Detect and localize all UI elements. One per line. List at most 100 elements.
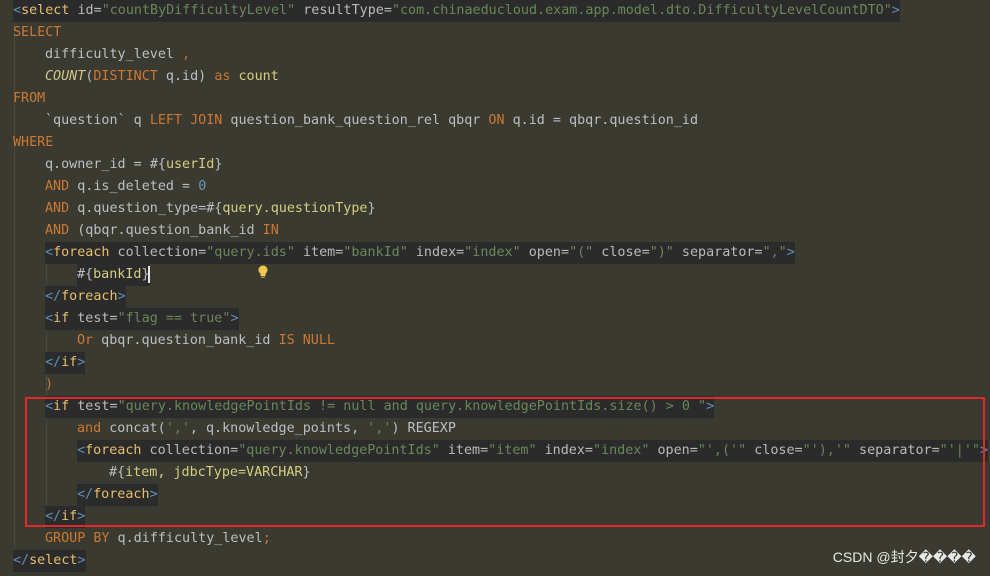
code-token: index=: [407, 245, 465, 260]
code-token: q.difficulty_level: [109, 531, 263, 546]
code-line[interactable]: Or qbqr.question_bank_id IS NULL: [0, 330, 990, 352]
code-token: >: [230, 311, 239, 326]
code-token: count: [230, 69, 279, 84]
code-token: "query.ids": [206, 245, 295, 260]
code-token: bankId: [93, 267, 142, 282]
code-line[interactable]: difficulty_level ,: [0, 44, 990, 66]
code-token: separator=: [673, 245, 763, 260]
code-token: q.question_type=: [69, 201, 207, 216]
code-token: GROUP BY: [45, 531, 110, 546]
code-line-content: q.owner_id = #{userId}: [45, 154, 222, 176]
code-line-content: <foreach collection="query.ids" item="ba…: [45, 242, 795, 264]
code-token: q.is_deleted =: [69, 179, 199, 194]
watermark: CSDN @封夕����: [832, 549, 976, 565]
code-line-content: `question` q LEFT JOIN question_bank_que…: [45, 110, 698, 132]
code-token: IN: [262, 223, 279, 238]
code-line[interactable]: AND q.question_type=#{query.questionType…: [0, 198, 990, 220]
code-editor[interactable]: <select id="countByDifficultyLevel" resu…: [0, 0, 990, 576]
code-token: collection=: [109, 245, 207, 260]
code-token: item=: [294, 245, 344, 260]
code-token: </: [45, 289, 62, 304]
code-line-content: AND q.question_type=#{query.questionType…: [45, 198, 376, 220]
annotation-highlight-box: [25, 397, 985, 527]
code-token: #{: [77, 267, 94, 282]
code-token: "countByDifficultyLevel": [101, 3, 296, 18]
code-line[interactable]: <if test="flag == true">: [0, 308, 990, 330]
code-token: `question` q: [45, 113, 150, 128]
code-token: test=: [69, 311, 118, 326]
code-token: resultType=: [295, 3, 392, 18]
code-token: >: [77, 553, 86, 568]
code-token: ")": [649, 245, 674, 260]
code-token: query.questionType: [222, 201, 368, 216]
code-line[interactable]: </if>: [0, 352, 990, 374]
code-token: ",": [762, 245, 787, 260]
code-token: AND: [45, 179, 70, 194]
code-token: >: [786, 245, 795, 260]
code-line[interactable]: </foreach>: [0, 286, 990, 308]
code-token: userId: [165, 157, 215, 172]
code-token: select: [29, 553, 78, 568]
code-token: if: [53, 311, 70, 326]
code-line[interactable]: SELECT: [0, 22, 990, 44]
code-token: COUNT: [45, 69, 86, 84]
code-token: difficulty_level: [45, 47, 174, 62]
code-token: #{: [206, 201, 223, 216]
code-token: "index": [464, 245, 521, 260]
code-line-content: AND q.is_deleted = 0: [45, 176, 206, 198]
code-token: #{: [149, 157, 166, 172]
code-token: ON: [488, 113, 505, 128]
code-token: IS NULL: [278, 333, 335, 348]
code-token: "bankId": [343, 245, 408, 260]
code-token: q.owner_id =: [45, 157, 150, 172]
code-line[interactable]: WHERE: [0, 132, 990, 154]
code-line[interactable]: AND q.is_deleted = 0: [0, 176, 990, 198]
code-token: qbqr.question_bank_id: [93, 333, 279, 348]
code-token: "flag == true": [117, 311, 231, 326]
code-token: question_bank_question_rel qbqr: [222, 113, 489, 128]
code-token: open=: [520, 245, 570, 260]
code-line[interactable]: FROM: [0, 88, 990, 110]
code-line-content: </if>: [45, 352, 86, 374]
code-line-content: #{bankId}: [77, 264, 150, 286]
code-token: if: [61, 355, 78, 370]
code-line-content: COUNT(DISTINCT q.id) as count: [45, 66, 279, 88]
code-line-content: AND (qbqr.question_bank_id IN: [45, 220, 279, 242]
code-line-content: difficulty_level ,: [45, 44, 190, 66]
code-line-content: </select>: [13, 550, 86, 572]
code-line-content: WHERE: [13, 132, 53, 154]
code-line[interactable]: <foreach collection="query.ids" item="ba…: [0, 242, 990, 264]
code-token: <: [45, 311, 54, 326]
code-token: >: [117, 289, 126, 304]
code-token: <: [45, 245, 54, 260]
code-token: LEFT JOIN: [149, 113, 223, 128]
code-line[interactable]: AND (qbqr.question_bank_id IN: [0, 220, 990, 242]
code-line-content: GROUP BY q.difficulty_level;: [45, 528, 271, 550]
code-token: as: [214, 69, 231, 84]
code-token: "(": [569, 245, 594, 260]
code-line[interactable]: COUNT(DISTINCT q.id) as count: [0, 66, 990, 88]
code-line-content: ): [45, 374, 53, 396]
code-token: >: [891, 3, 900, 18]
code-token: (qbqr.question_bank_id: [69, 223, 263, 238]
code-token: ;: [262, 531, 271, 546]
code-token: foreach: [53, 245, 110, 260]
code-line[interactable]: `question` q LEFT JOIN question_bank_que…: [0, 110, 990, 132]
code-token: 0: [198, 179, 207, 194]
code-token: q.id = qbqr.question_id: [504, 113, 699, 128]
code-line-content: <select id="countByDifficultyLevel" resu…: [13, 0, 900, 22]
code-token: <: [13, 3, 22, 18]
code-token: Or: [77, 333, 94, 348]
code-line[interactable]: ): [0, 374, 990, 396]
code-line[interactable]: q.owner_id = #{userId}: [0, 154, 990, 176]
code-token: "com.chinaeducloud.exam.app.model.dto.Di…: [391, 3, 892, 18]
code-line-content: <if test="flag == true">: [45, 308, 239, 330]
code-token: AND: [45, 223, 70, 238]
code-line-content: FROM: [13, 88, 45, 110]
code-line[interactable]: <select id="countByDifficultyLevel" resu…: [0, 0, 990, 22]
code-token: }: [214, 157, 223, 172]
code-token: DISTINCT: [93, 69, 158, 84]
code-token: close=: [593, 245, 650, 260]
lightbulb-icon[interactable]: [257, 265, 269, 279]
code-token: select: [21, 3, 70, 18]
